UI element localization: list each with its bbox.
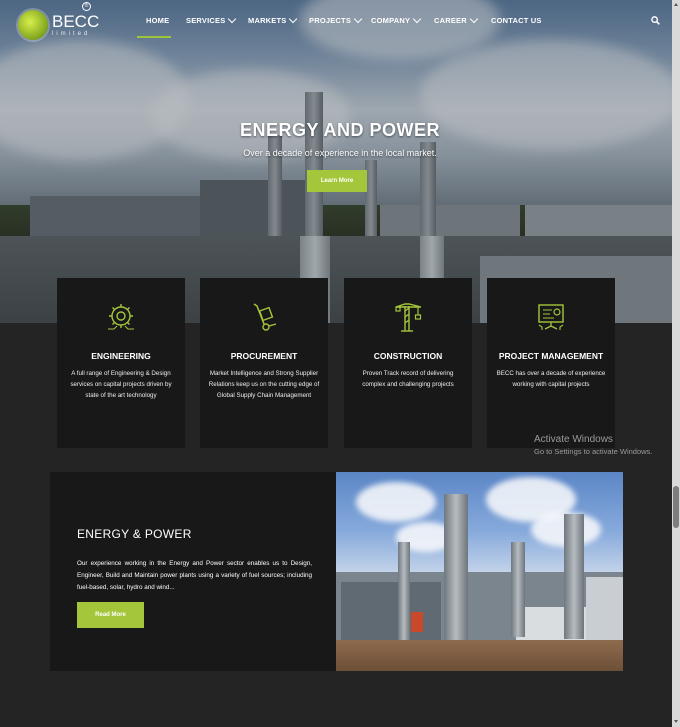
- search-icon[interactable]: [651, 16, 660, 25]
- nav-home[interactable]: HOME: [146, 16, 169, 25]
- presentation-icon: [538, 304, 564, 330]
- chimney: [564, 514, 584, 639]
- service-card-procurement[interactable]: PROCUREMENT Market Intelligence and Stro…: [200, 278, 328, 448]
- service-title: CONSTRUCTION: [373, 351, 443, 361]
- service-desc: Proven Track record of delivering comple…: [362, 370, 454, 388]
- service-desc: A full range of Engineering & Design ser…: [70, 370, 172, 399]
- registered-mark: ®: [82, 2, 91, 11]
- scroll-down-arrow-icon[interactable]: [674, 720, 678, 723]
- energy-desc: Our experience working in the Energy and…: [77, 560, 312, 591]
- ground: [336, 640, 623, 671]
- chevron-down-icon: [289, 14, 298, 24]
- white-building: [586, 577, 623, 642]
- brand-name: BECC: [52, 11, 100, 31]
- nav-career[interactable]: CAREER: [434, 14, 479, 25]
- service-desc: BECC has over a decade of experience wor…: [496, 370, 606, 388]
- chevron-down-icon: [469, 14, 479, 24]
- chimney: [511, 542, 525, 637]
- nav-services-label: SERVICES: [186, 16, 226, 25]
- service-title: PROCUREMENT: [230, 351, 298, 361]
- service-desc: Market Intelligence and Strong Supplier …: [208, 370, 320, 399]
- service-card-engineering[interactable]: ENGINEERING A full range of Engineering …: [57, 278, 185, 448]
- service-card-construction[interactable]: CONSTRUCTION Proven Track record of deli…: [344, 278, 472, 448]
- nav-contact[interactable]: CONTACT US: [491, 16, 542, 25]
- scroll-thumb[interactable]: [673, 486, 679, 528]
- page-scrollbar[interactable]: [672, 0, 680, 727]
- nav-home-label: HOME: [146, 16, 170, 25]
- activation-sub: Go to Settings to activate Windows.: [534, 447, 653, 456]
- chevron-down-icon: [228, 14, 237, 24]
- chevron-down-icon: [412, 14, 422, 24]
- read-more-button[interactable]: Read More: [77, 602, 144, 628]
- gear-circuit-icon: [108, 304, 134, 330]
- hero-title: ENERGY AND POWER: [239, 120, 441, 140]
- nav-active-indicator: [137, 36, 171, 38]
- scroll-up-arrow-icon[interactable]: [674, 3, 678, 6]
- nav-projects[interactable]: PROJECTS: [309, 14, 363, 25]
- crane-icon: [395, 303, 422, 332]
- service-title: ENGINEERING: [91, 351, 151, 361]
- brand-logo[interactable]: BECC limited: [18, 10, 99, 40]
- power-plant-photo: [336, 472, 623, 671]
- energy-panel: ENERGY & POWER Our experience working in…: [50, 472, 336, 671]
- nav-services[interactable]: SERVICES: [186, 14, 237, 25]
- chimney: [444, 494, 468, 644]
- nav-markets-label: MARKETS: [248, 16, 287, 25]
- service-title: PROJECT MANAGEMENT: [498, 351, 604, 361]
- learn-more-button[interactable]: Learn More: [307, 170, 367, 192]
- crane-vehicle: [411, 612, 423, 632]
- chimney: [398, 542, 410, 642]
- service-card-project-management[interactable]: PROJECT MANAGEMENT BECC has over a decad…: [487, 278, 615, 448]
- nav-contact-label: CONTACT US: [491, 16, 542, 25]
- logo-mark-icon: [18, 10, 48, 40]
- nav-markets[interactable]: MARKETS: [248, 14, 298, 25]
- cloud: [356, 482, 436, 522]
- nav-career-label: CAREER: [434, 16, 467, 25]
- plant-structure: [341, 582, 441, 642]
- chevron-down-icon: [353, 14, 363, 24]
- windows-activation-watermark: Activate Windows Go to Settings to activ…: [534, 434, 652, 456]
- brand-sub: limited: [52, 30, 91, 37]
- nav-company-label: COMPANY: [371, 16, 411, 25]
- hand-truck-icon: [253, 303, 277, 331]
- hero-subtitle: Over a decade of experience in the local…: [243, 148, 437, 158]
- energy-title: ENERGY & POWER: [77, 527, 192, 541]
- nav-company[interactable]: COMPANY: [371, 14, 422, 25]
- activation-title: Activate Windows: [534, 434, 613, 445]
- nav-projects-label: PROJECTS: [309, 16, 352, 25]
- hero-banner: [0, 0, 672, 323]
